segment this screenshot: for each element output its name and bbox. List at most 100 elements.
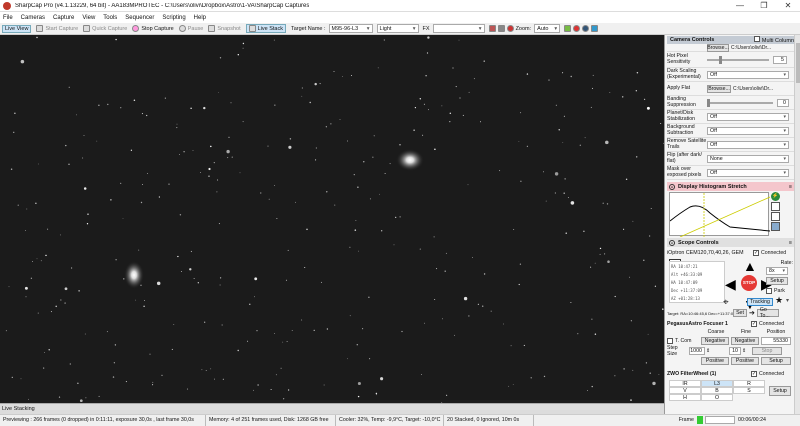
maximize-button[interactable]: ❐ — [752, 0, 776, 12]
west-arrow-icon[interactable]: ◀ — [725, 277, 736, 291]
reticle-icon[interactable] — [582, 25, 590, 32]
flip-select[interactable]: None — [707, 154, 789, 163]
start-capture-button[interactable]: Start Capture — [36, 25, 78, 32]
live-image-view[interactable] — [0, 35, 664, 403]
collapse-icon[interactable]: ^ — [669, 183, 675, 190]
focuser-stop-button[interactable]: Stop — [752, 347, 782, 355]
camera-controls-header[interactable]: Camera Controls Multi Column — [667, 36, 794, 44]
filter-r[interactable]: R — [733, 380, 765, 387]
panel-scrollbar[interactable] — [794, 35, 800, 414]
hot-pixel-value[interactable]: 5 — [773, 55, 787, 64]
menu-icon[interactable]: ≡ — [789, 184, 792, 190]
mask-select[interactable]: Off — [707, 168, 789, 177]
coarse-positive-button[interactable]: Positive — [701, 357, 729, 365]
park-toggle[interactable]: Park — [766, 288, 785, 294]
coarse-step-input[interactable]: 1000 — [689, 347, 705, 355]
menu-sequencer[interactable]: Sequencer — [125, 15, 154, 21]
fine-step-spinner[interactable]: ⇕ — [742, 348, 748, 354]
banding-knob[interactable] — [707, 98, 710, 107]
filter-o[interactable]: O — [701, 394, 733, 401]
north-arrow-icon[interactable]: ▲ — [743, 259, 757, 273]
crosshair-icon[interactable] — [506, 25, 514, 32]
auto-stretch-icon[interactable]: ⚡ — [771, 192, 780, 201]
coarse-step-spinner[interactable]: ⇕ — [706, 348, 712, 354]
target-name-input[interactable]: M95-96-L3 — [328, 24, 373, 33]
fine-step-input[interactable]: 10 — [729, 347, 741, 355]
tracking-button[interactable]: Tracking — [747, 298, 773, 306]
filter-b[interactable]: B — [701, 387, 733, 394]
star-icon[interactable]: ★ — [775, 295, 783, 306]
browse-dark-button[interactable]: Browse... — [707, 43, 729, 52]
coarse-negative-button[interactable]: Negative — [701, 337, 729, 345]
banding-slider[interactable] — [707, 98, 773, 107]
focuser-connected-checkbox[interactable]: ✓ — [751, 320, 757, 327]
tracking-dropdown-icon[interactable]: ▾ — [786, 297, 789, 304]
save-icon[interactable] — [771, 222, 780, 231]
filterwheel-setup-button[interactable]: Setup — [769, 386, 791, 396]
menu-help[interactable]: Help — [194, 15, 206, 21]
red-box-icon[interactable] — [488, 25, 496, 32]
bg-sub-select[interactable]: Off — [707, 126, 789, 135]
tcomp-checkbox[interactable] — [667, 338, 673, 344]
planet-stab-select[interactable]: Off — [707, 112, 789, 121]
settings-icon[interactable] — [591, 25, 599, 32]
focuser-setup-button[interactable]: Setup — [761, 357, 791, 365]
rate-select[interactable]: 8x — [766, 267, 788, 275]
menu-file[interactable]: File — [3, 15, 13, 21]
position-value[interactable]: 55330 — [761, 337, 791, 345]
histogram-icon[interactable] — [564, 25, 572, 32]
sat-trails-select[interactable]: Off — [707, 140, 789, 149]
filter-s[interactable]: S — [733, 387, 765, 394]
multi-column-toggle[interactable]: Multi Column — [753, 36, 794, 44]
banding-value[interactable]: 0 — [777, 98, 789, 107]
filterwheel-connected-checkbox[interactable]: ✓ — [751, 370, 757, 377]
fx-select[interactable] — [432, 24, 485, 33]
scrollbar-thumb[interactable] — [796, 43, 800, 83]
menu-scripting[interactable]: Scripting — [162, 15, 185, 21]
target-icon[interactable] — [573, 25, 581, 32]
zoom-select[interactable]: Auto — [534, 24, 561, 33]
histogram-plot[interactable] — [669, 192, 771, 238]
scope-collapse-icon[interactable]: ^ — [669, 239, 675, 246]
filter-ir[interactable]: IR — [669, 380, 701, 387]
close-button[interactable]: ✕ — [776, 0, 800, 12]
set-button[interactable]: Set — [733, 309, 747, 317]
scope-setup-button[interactable]: Setup — [766, 277, 788, 285]
filter-h[interactable]: H — [669, 394, 701, 401]
live-stack-button[interactable]: Live Stack — [245, 24, 286, 33]
dark-scaling-select[interactable]: Off — [707, 70, 789, 79]
histogram-header[interactable]: ^ Display Histogram Stretch ≡ — [667, 182, 794, 191]
live-stacking-bar[interactable]: Live Stacking — [0, 403, 664, 414]
multi-column-checkbox[interactable] — [753, 36, 760, 42]
fine-positive-button[interactable]: Positive — [731, 357, 759, 365]
pause-button[interactable]: Pause — [178, 25, 203, 32]
filter-v[interactable]: V — [669, 387, 701, 394]
fine-negative-button[interactable]: Negative — [731, 337, 759, 345]
menu-tools[interactable]: Tools — [103, 15, 117, 21]
park-checkbox[interactable] — [766, 288, 772, 294]
hot-pixel-knob[interactable] — [719, 55, 722, 64]
arrow-right-icon[interactable]: ➔ — [749, 309, 755, 317]
minimize-button[interactable]: — — [728, 0, 752, 12]
frame-type-select[interactable]: Light — [376, 24, 419, 33]
filter-l3[interactable]: L3 — [701, 380, 733, 387]
quick-capture-button[interactable]: Quick Capture — [83, 25, 127, 32]
scope-menu-icon[interactable]: ≡ — [789, 240, 792, 246]
menu-capture[interactable]: Capture — [53, 15, 74, 21]
browse-flat-button[interactable]: Browse... — [707, 84, 731, 93]
menu-view[interactable]: View — [82, 15, 95, 21]
zoom-icon[interactable] — [771, 212, 780, 221]
home-icon[interactable]: ⌖ — [723, 297, 729, 308]
snapshot-button[interactable]: Snapshot — [208, 25, 241, 32]
stop-capture-button[interactable]: Stop Capture — [132, 25, 174, 32]
grey-box-icon[interactable] — [497, 25, 505, 32]
tcomp-toggle[interactable]: T. Com — [667, 338, 701, 344]
stop-button[interactable]: STOP — [741, 275, 757, 291]
scope-header[interactable]: ^ Scope Controls ≡ — [667, 238, 794, 247]
scope-connected-checkbox[interactable]: ✓ — [753, 250, 759, 256]
menu-cameras[interactable]: Cameras — [21, 15, 45, 21]
hot-pixel-slider[interactable] — [707, 55, 769, 64]
reset-icon[interactable] — [771, 202, 780, 211]
goto-button[interactable]: Go To... — [756, 307, 779, 319]
live-view-button[interactable]: Live View — [2, 24, 32, 33]
